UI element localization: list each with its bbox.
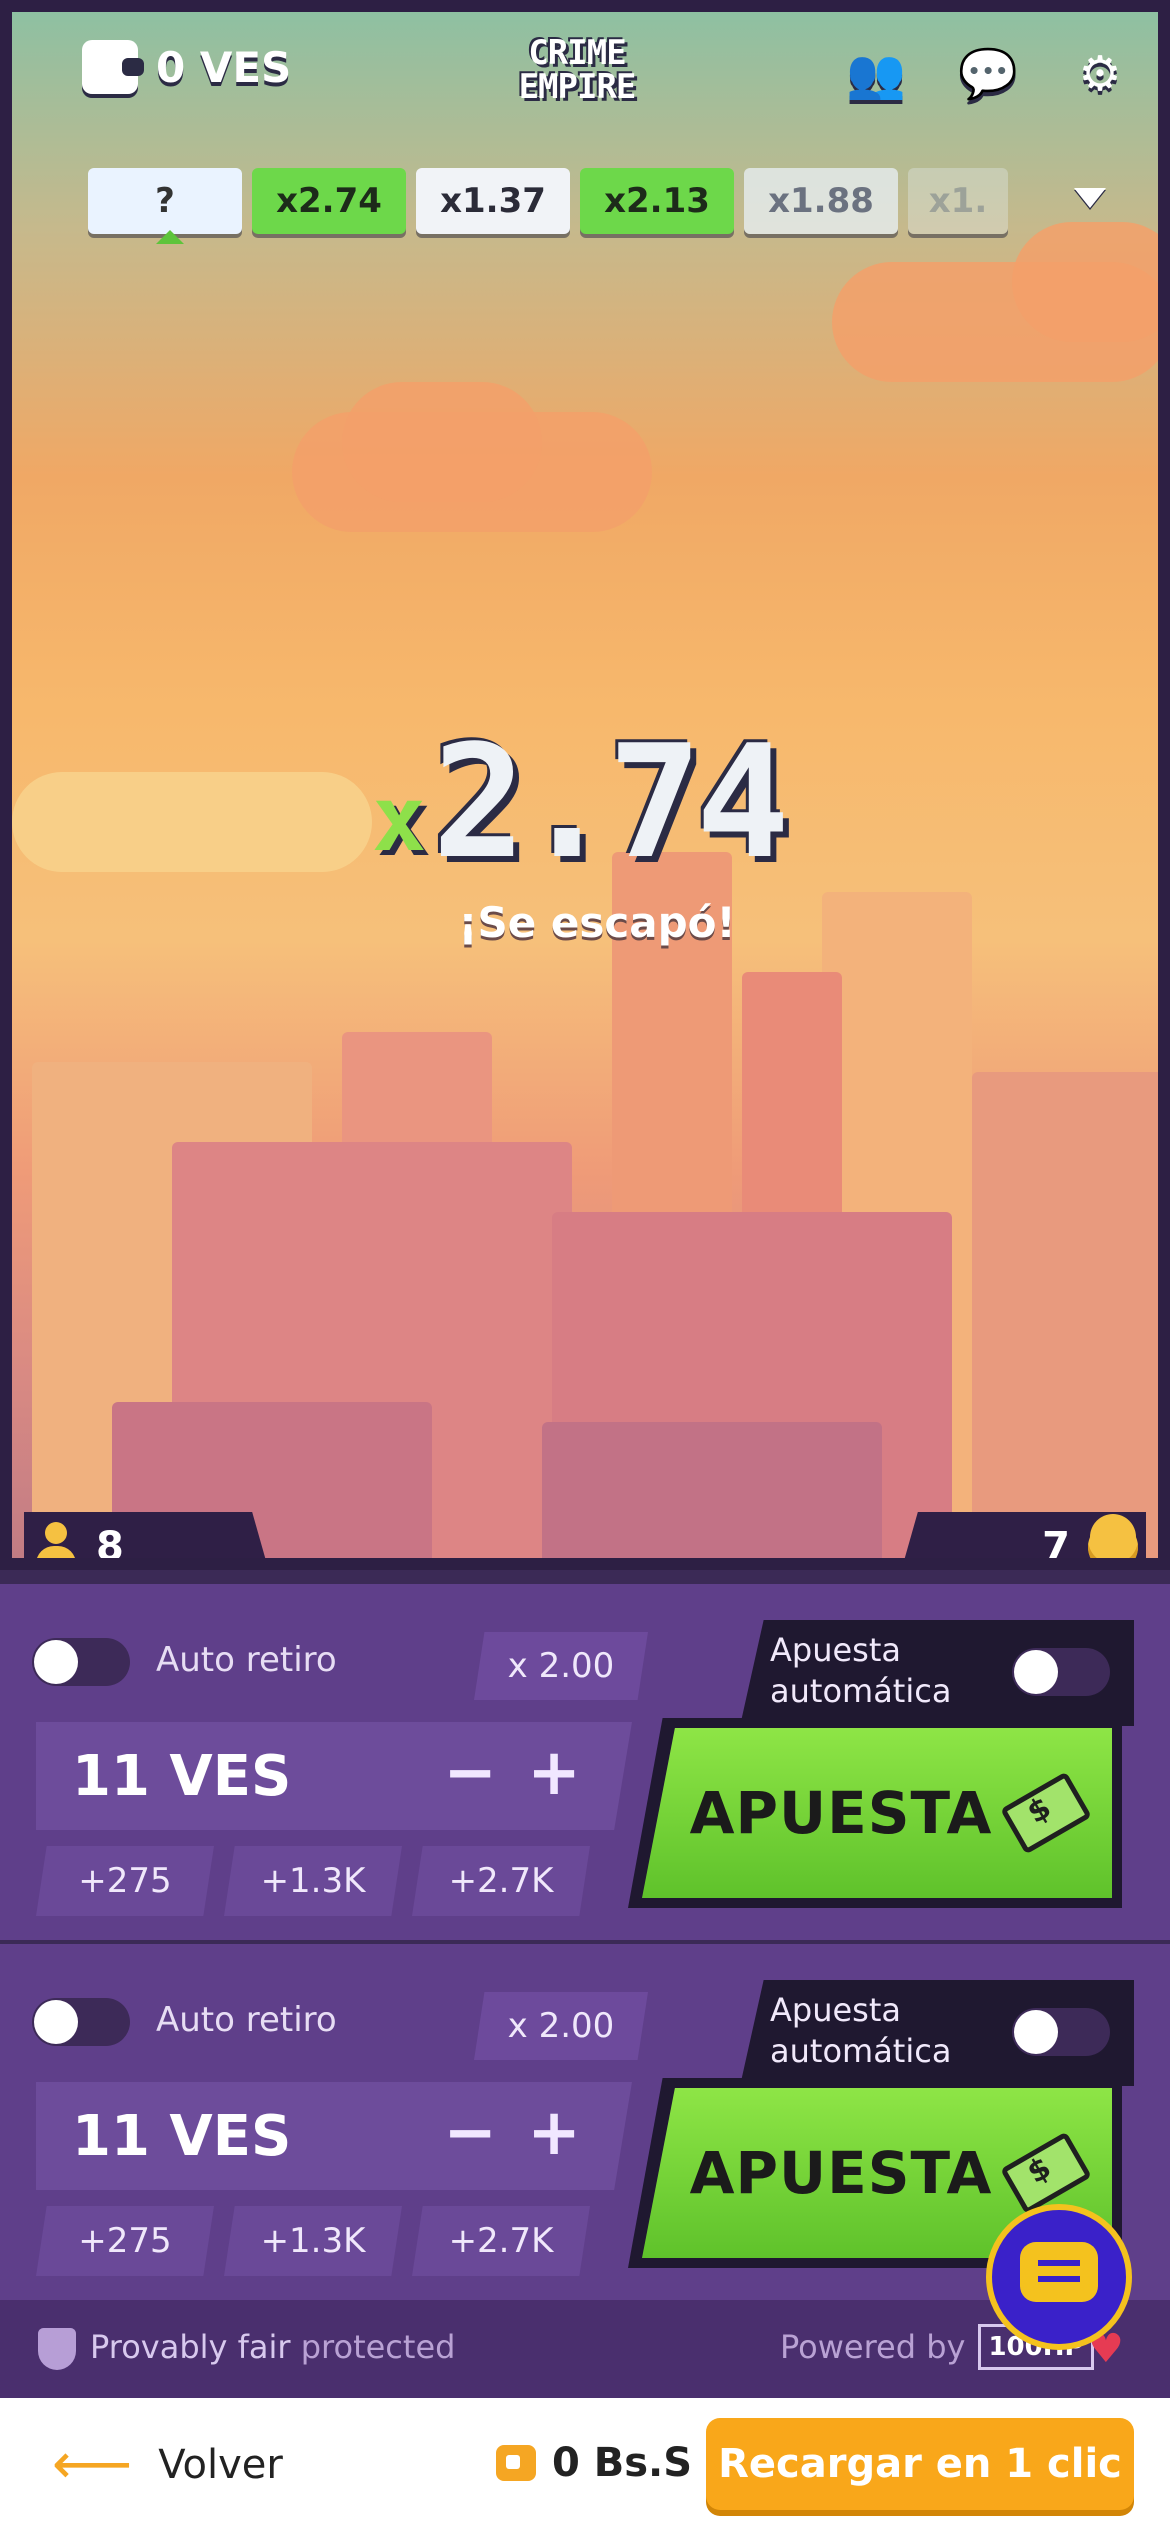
round-status: ¡Se escapó!: [458, 898, 736, 947]
cash-icon: [1000, 1771, 1093, 1855]
auto-cashout-value[interactable]: x 2.00: [474, 1632, 648, 1700]
players-count: 8: [96, 1524, 124, 1570]
coins-icon: [1088, 1522, 1138, 1558]
provably-fair-label: Provably fair: [90, 2328, 291, 2366]
cloud-decoration: [12, 772, 372, 872]
auto-bet-label: Apuesta automática: [770, 1630, 951, 1712]
bet-amount-field[interactable]: 11 VES − +: [36, 2082, 632, 2190]
history-expand-icon[interactable]: [1074, 188, 1106, 208]
cash-icon: [1000, 2131, 1093, 2215]
auto-bet-box: Apuesta automática: [740, 1620, 1134, 1726]
top-bar: 0 VES CRIME EMPIRE 👥 💬 ⚙: [12, 12, 1158, 142]
footer-balance-text: 0 Bs.S: [552, 2440, 693, 2486]
wallet-icon: [496, 2445, 536, 2481]
game-canvas: 0 VES CRIME EMPIRE 👥 💬 ⚙ ? x2.74 x1.37 x…: [0, 0, 1170, 1570]
auto-bet-toggle[interactable]: [1012, 1648, 1110, 1696]
auto-cashout-label: Auto retiro: [156, 2000, 337, 2040]
wallet-icon: [82, 40, 144, 94]
multiplier-value: 2.74: [432, 711, 790, 893]
provably-fair-text[interactable]: Provably fair protected: [90, 2328, 455, 2366]
auto-cashout-toggle[interactable]: [32, 1998, 130, 2046]
bet-amount-value: 11 VES: [72, 2104, 292, 2169]
back-button[interactable]: ⟵ Volver: [52, 2432, 283, 2497]
quick-amount-button[interactable]: +1.3K: [224, 2206, 402, 2276]
bet-button-label: APUESTA: [689, 2139, 993, 2207]
building-decoration: [542, 1422, 882, 1558]
recharge-button[interactable]: Recargar en 1 clic: [706, 2418, 1134, 2510]
auto-bet-toggle[interactable]: [1012, 2008, 1110, 2056]
shield-icon: [38, 2328, 76, 2370]
auto-cashout-label: Auto retiro: [156, 1640, 337, 1680]
logo-line: EMPIRE: [518, 67, 637, 107]
protected-label: protected: [300, 2328, 456, 2366]
bottom-bar: ⟵ Volver 0 Bs.S Recargar en 1 clic: [0, 2398, 1170, 2532]
arrow-left-icon: ⟵: [52, 2432, 133, 2497]
history-chip[interactable]: x1.: [908, 168, 1008, 234]
wallet-balance[interactable]: 0 VES: [82, 40, 291, 94]
auto-bet-label-line: automática: [770, 2032, 952, 2070]
bets-counter: 7: [898, 1512, 1146, 1570]
bet-amount-field[interactable]: 11 VES − +: [36, 1722, 632, 1830]
chat-icon[interactable]: 💬: [956, 42, 1020, 106]
bet-amount-value: 11 VES: [72, 1744, 292, 1809]
logo-line: CRIME: [528, 33, 626, 73]
history-chip[interactable]: x2.74: [252, 168, 406, 234]
quick-amount-button[interactable]: +275: [36, 1846, 214, 1916]
increase-button[interactable]: +: [524, 2096, 584, 2170]
round-multiplier: x 2.74: [372, 711, 852, 893]
multiplier-prefix: x: [372, 767, 427, 872]
footer-balance: 0 Bs.S: [496, 2440, 692, 2486]
decrease-button[interactable]: −: [440, 2096, 500, 2170]
auto-cashout-toggle[interactable]: [32, 1638, 130, 1686]
bet-button-face[interactable]: APUESTA: [642, 1728, 1112, 1898]
auto-bet-box: Apuesta automática: [740, 1980, 1134, 2086]
decrease-button[interactable]: −: [440, 1736, 500, 1810]
provably-fair-bar: Provably fair protected Powered by 100HP…: [0, 2300, 1170, 2398]
multiplier-history: ? x2.74 x1.37 x2.13 x1.88 x1.: [88, 168, 1008, 244]
bet-button-label: APUESTA: [689, 1779, 993, 1847]
cloud-decoration: [342, 382, 542, 502]
settings-icon[interactable]: ⚙: [1068, 42, 1132, 106]
increase-button[interactable]: +: [524, 1736, 584, 1810]
game-logo: CRIME EMPIRE: [482, 36, 672, 104]
quick-amount-button[interactable]: +2.7K: [412, 1846, 590, 1916]
history-chip[interactable]: x2.13: [580, 168, 734, 234]
auto-bet-label-line: Apuesta: [770, 1631, 901, 1669]
bet-button[interactable]: APUESTA: [628, 1718, 1122, 1908]
powered-by-label: Powered by: [780, 2328, 966, 2366]
quick-amount-button[interactable]: +1.3K: [224, 1846, 402, 1916]
building-decoration: [972, 1072, 1158, 1558]
balance-text: 0 VES: [156, 42, 292, 92]
auto-bet-label-line: Apuesta: [770, 1991, 901, 2029]
cloud-decoration: [1012, 222, 1158, 342]
quick-amount-button[interactable]: +2.7K: [412, 2206, 590, 2276]
auto-cashout-value[interactable]: x 2.00: [474, 1992, 648, 2060]
history-chip[interactable]: x1.37: [416, 168, 570, 234]
auto-bet-label-line: automática: [770, 1672, 952, 1710]
history-chip-current[interactable]: ?: [88, 168, 242, 244]
players-counter: 8: [24, 1512, 272, 1570]
bet-panel: Auto retiro x 2.00 Apuesta automática 11…: [0, 1584, 1170, 1940]
history-chip[interactable]: x1.88: [744, 168, 898, 234]
person-icon: [34, 1522, 78, 1558]
support-chat-button[interactable]: [986, 2204, 1132, 2350]
quick-amount-button[interactable]: +275: [36, 2206, 214, 2276]
bets-count: 7: [1042, 1524, 1070, 1570]
users-icon[interactable]: 👥: [844, 42, 908, 106]
back-label: Volver: [158, 2442, 283, 2488]
auto-bet-label: Apuesta automática: [770, 1990, 951, 2072]
